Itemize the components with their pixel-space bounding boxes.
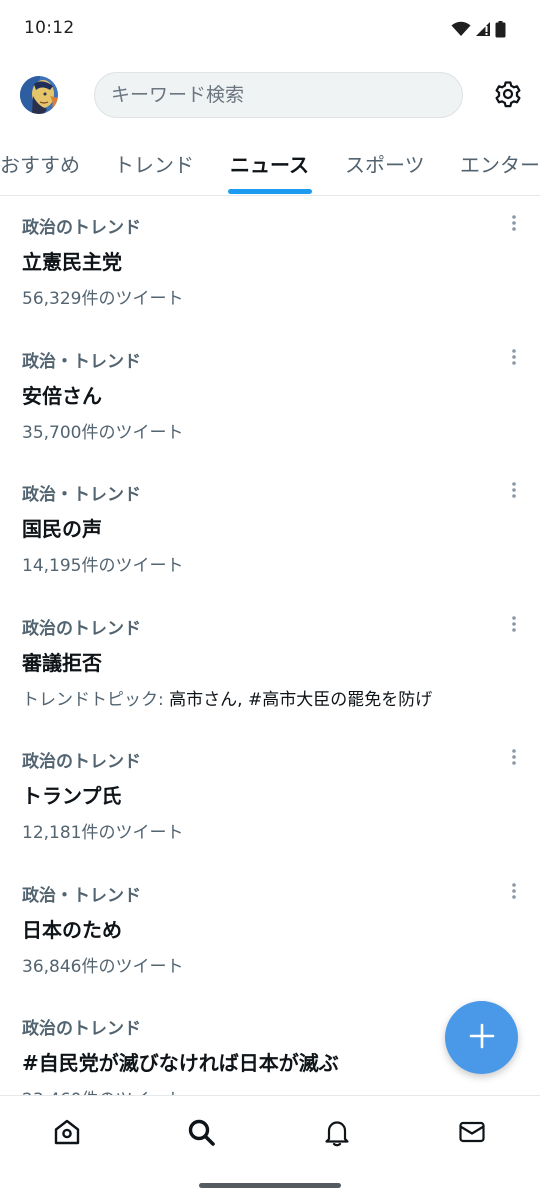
- more-options-button[interactable]: [500, 481, 528, 503]
- trend-name: トランプ氏: [22, 784, 122, 808]
- plus-icon: [469, 1023, 495, 1053]
- tab-entertainment[interactable]: エンター: [460, 134, 540, 195]
- status-time: 10:12: [24, 18, 75, 38]
- trend-context: 政治のトレンド: [22, 218, 141, 238]
- trend-item[interactable]: 政治のトレンド 審議拒否 トレンドトピック: 高市さん, #高市大臣の罷免を防げ: [0, 597, 540, 731]
- bottom-navigation: [0, 1095, 540, 1200]
- tab-sports[interactable]: スポーツ: [345, 134, 425, 195]
- trend-name: 国民の声: [22, 517, 102, 541]
- trend-item[interactable]: 政治のトレンド トランプ氏 12,181件のツイート: [0, 730, 540, 864]
- gear-icon: [494, 80, 522, 112]
- trend-item[interactable]: 政治・トレンド 日本のため 36,846件のツイート: [0, 864, 540, 998]
- more-options-button[interactable]: [500, 214, 528, 236]
- more-vertical-icon: [511, 882, 517, 904]
- compose-button[interactable]: [445, 1001, 518, 1074]
- trend-name: 安倍さん: [22, 383, 102, 408]
- trend-name: 日本のため: [22, 917, 122, 942]
- settings-button[interactable]: [492, 80, 524, 112]
- search-input[interactable]: [94, 72, 463, 118]
- top-app-bar: [0, 58, 540, 134]
- trend-context: 政治・トレンド: [22, 351, 141, 372]
- trend-item[interactable]: 政治のトレンド 立憲民主党 56,329件のツイート: [0, 196, 540, 330]
- trend-name: 審議拒否: [22, 650, 102, 675]
- signal-icon: [475, 21, 491, 37]
- mail-icon: [457, 1117, 487, 1151]
- more-options-button[interactable]: [500, 748, 528, 770]
- more-options-button[interactable]: [500, 882, 528, 904]
- system-home-indicator[interactable]: [199, 1183, 341, 1188]
- battery-icon: [495, 20, 506, 38]
- more-options-button[interactable]: [500, 348, 528, 370]
- more-vertical-icon: [511, 348, 517, 370]
- trend-tweet-count: 36,846件のツイート: [22, 956, 184, 977]
- nav-search[interactable]: [181, 1114, 221, 1154]
- home-icon: [52, 1117, 82, 1151]
- trend-tweet-count: 56,329件のツイート: [22, 289, 184, 309]
- trend-context: 政治のトレンド: [22, 618, 141, 639]
- nav-home[interactable]: [47, 1114, 87, 1154]
- trend-item[interactable]: 政治・トレンド 安倍さん 35,700件のツイート: [0, 330, 540, 464]
- trend-topics-values: 高市さん, #高市大臣の罷免を防げ: [169, 689, 433, 710]
- trend-list: 政治のトレンド 立憲民主党 56,329件のツイート 政治・トレンド 安倍さん …: [0, 196, 540, 1131]
- trend-context: 政治のトレンド: [22, 752, 141, 772]
- more-vertical-icon: [511, 214, 517, 236]
- trend-name: 立憲民主党: [22, 250, 122, 274]
- trend-tweet-count: 12,181件のツイート: [22, 823, 184, 843]
- search-icon: [186, 1117, 216, 1151]
- more-vertical-icon: [511, 748, 517, 770]
- trend-topics-prefix: トレンドトピック:: [22, 689, 170, 710]
- tab-trends[interactable]: トレンド: [114, 134, 194, 195]
- trend-context: 政治のトレンド: [22, 1019, 141, 1039]
- trend-item[interactable]: 政治・トレンド 国民の声 14,195件のツイート: [0, 463, 540, 597]
- trend-context: 政治・トレンド: [22, 485, 141, 505]
- explore-screen: 10:12 キーワード検索 おすすめ トレンド ニュース スポーツ エンター 政…: [0, 0, 540, 1200]
- trend-name: #自民党が滅びなければ日本が滅ぶ: [22, 1051, 339, 1075]
- wifi-icon: [451, 21, 471, 37]
- avatar[interactable]: [20, 76, 58, 114]
- trend-tweet-count: 14,195件のツイート: [22, 556, 184, 576]
- bell-icon: [322, 1117, 352, 1151]
- nav-notifications[interactable]: [317, 1114, 357, 1154]
- status-icons: [451, 19, 506, 39]
- tab-news[interactable]: ニュース: [230, 134, 309, 195]
- trend-context: 政治・トレンド: [22, 885, 141, 906]
- more-vertical-icon: [511, 615, 517, 637]
- tab-recommended[interactable]: おすすめ: [0, 134, 80, 195]
- active-tab-indicator: [228, 189, 312, 194]
- more-vertical-icon: [511, 481, 517, 503]
- more-options-button[interactable]: [500, 615, 528, 637]
- status-bar: 10:12: [0, 0, 540, 58]
- nav-messages[interactable]: [452, 1114, 492, 1154]
- trend-tweet-count: 35,700件のツイート: [22, 422, 184, 443]
- tab-bar: おすすめ トレンド ニュース スポーツ エンター: [0, 134, 540, 196]
- trend-topics: トレンドトピック: 高市さん, #高市大臣の罷免を防げ: [22, 685, 432, 710]
